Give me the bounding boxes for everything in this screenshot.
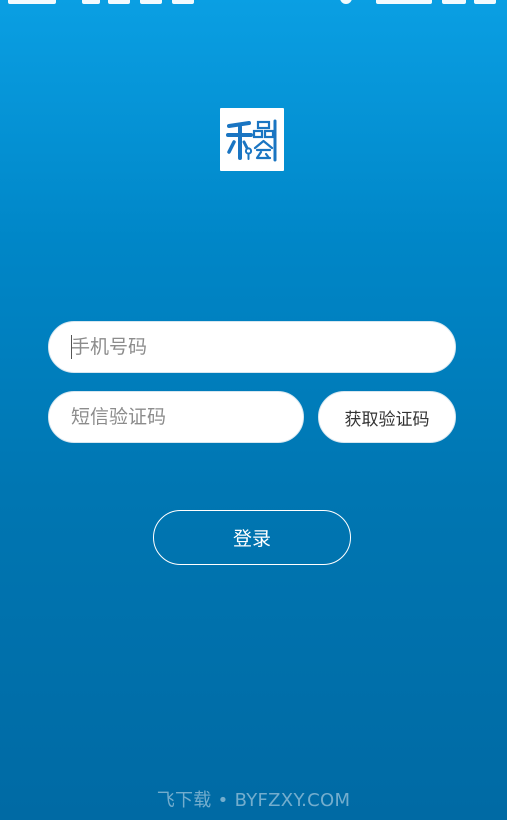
status-data-icon xyxy=(172,0,194,4)
login-button[interactable]: 登录 xyxy=(153,510,351,565)
get-code-button[interactable]: 获取验证码 xyxy=(318,391,456,443)
text-caret xyxy=(71,335,72,359)
status-battery-icon xyxy=(442,0,466,4)
login-label: 登录 xyxy=(232,528,271,550)
app-logo xyxy=(220,108,284,171)
status-signal-icon xyxy=(82,0,100,4)
sms-code-field[interactable] xyxy=(48,391,304,443)
status-signal-bars-icon xyxy=(376,0,432,4)
status-wifi-icon xyxy=(140,0,162,4)
sms-code-input[interactable] xyxy=(49,406,303,428)
status-bar xyxy=(0,0,507,8)
status-time xyxy=(474,0,496,4)
status-network-icon xyxy=(108,0,130,4)
phone-field[interactable] xyxy=(48,321,456,373)
get-code-label: 获取验证码 xyxy=(344,409,430,430)
phone-input[interactable] xyxy=(49,336,455,358)
status-alarm-icon xyxy=(340,0,352,4)
watermark: 飞下载 • BYFZXY.COM xyxy=(156,790,351,811)
status-carrier-icon xyxy=(8,0,56,4)
app-logo-icon xyxy=(226,119,277,161)
